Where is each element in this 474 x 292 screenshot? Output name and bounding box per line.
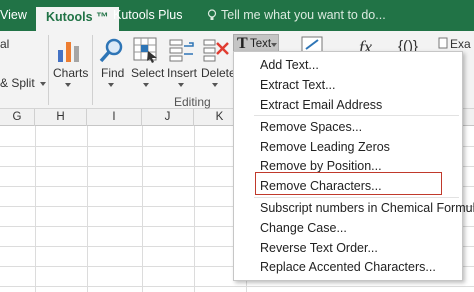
column-header-g[interactable]: G [0,109,35,126]
menu-item-reverse-text-order[interactable]: Reverse Text Order... [260,241,378,256]
group-divider [48,35,49,105]
find-button[interactable]: Find [101,66,124,80]
chevron-down-icon [108,83,114,87]
tab-kutools[interactable]: Kutools ™ [36,7,119,31]
menu-item-add-text[interactable]: Add Text... [260,58,319,73]
column-header-h[interactable]: H [35,109,87,126]
menu-item-subscript-numbers[interactable]: Subscript numbers in Chemical Formulas [260,201,474,216]
ribbon-tab-bar: View Kutools ™ Kutools Plus Tell me what… [0,0,474,31]
insert-rows-icon[interactable] [169,37,195,63]
column-header-i[interactable]: I [87,109,142,126]
doc-icon [438,37,448,49]
delete-button[interactable]: Delete [201,66,236,80]
tell-me-text: Tell me what you want to do... [221,8,386,22]
menu-item-extract-text[interactable]: Extract Text... [260,78,336,93]
menu-item-extract-email[interactable]: Extract Email Address [260,98,382,113]
chevron-down-icon [40,82,46,86]
lightbulb-icon [207,9,217,20]
menu-divider [254,197,459,198]
column-header-j[interactable]: J [142,109,194,126]
delete-icon[interactable] [203,37,229,63]
chevron-down-icon [143,83,149,87]
merge-split-button[interactable]: & Split [0,76,35,90]
insert-button[interactable]: Insert [167,66,197,80]
tell-me-search[interactable]: Tell me what you want to do... [207,8,386,22]
exa-button[interactable]: Exa [450,37,471,51]
tab-kutools-plus[interactable]: Kutools Plus [113,8,182,23]
text-button-label: Text [250,38,272,50]
charts-button[interactable]: Charts [53,66,88,80]
menu-item-remove-leading-zeros[interactable]: Remove Leading Zeros [260,140,390,155]
editing-group-label: Editing [174,95,211,109]
chevron-down-icon [212,83,218,87]
menu-item-replace-accented[interactable]: Replace Accented Characters... [260,260,436,275]
ribbon-partial-label: al [0,37,10,51]
group-divider [92,35,93,105]
highlight-box [255,172,442,195]
chevron-down-icon [65,83,71,87]
text-dropdown-menu: Add Text... Extract Text... Extract Emai… [233,51,474,281]
menu-divider [254,115,459,116]
charts-icon[interactable] [56,36,82,64]
select-range-icon[interactable] [133,37,159,63]
menu-item-change-case[interactable]: Change Case... [260,221,347,236]
magnifier-icon[interactable] [98,36,126,64]
select-button[interactable]: Select [131,66,164,80]
menu-item-remove-spaces[interactable]: Remove Spaces... [260,120,362,135]
tab-view[interactable]: View [0,8,27,23]
chevron-down-icon [271,43,277,47]
chevron-down-icon [178,83,184,87]
